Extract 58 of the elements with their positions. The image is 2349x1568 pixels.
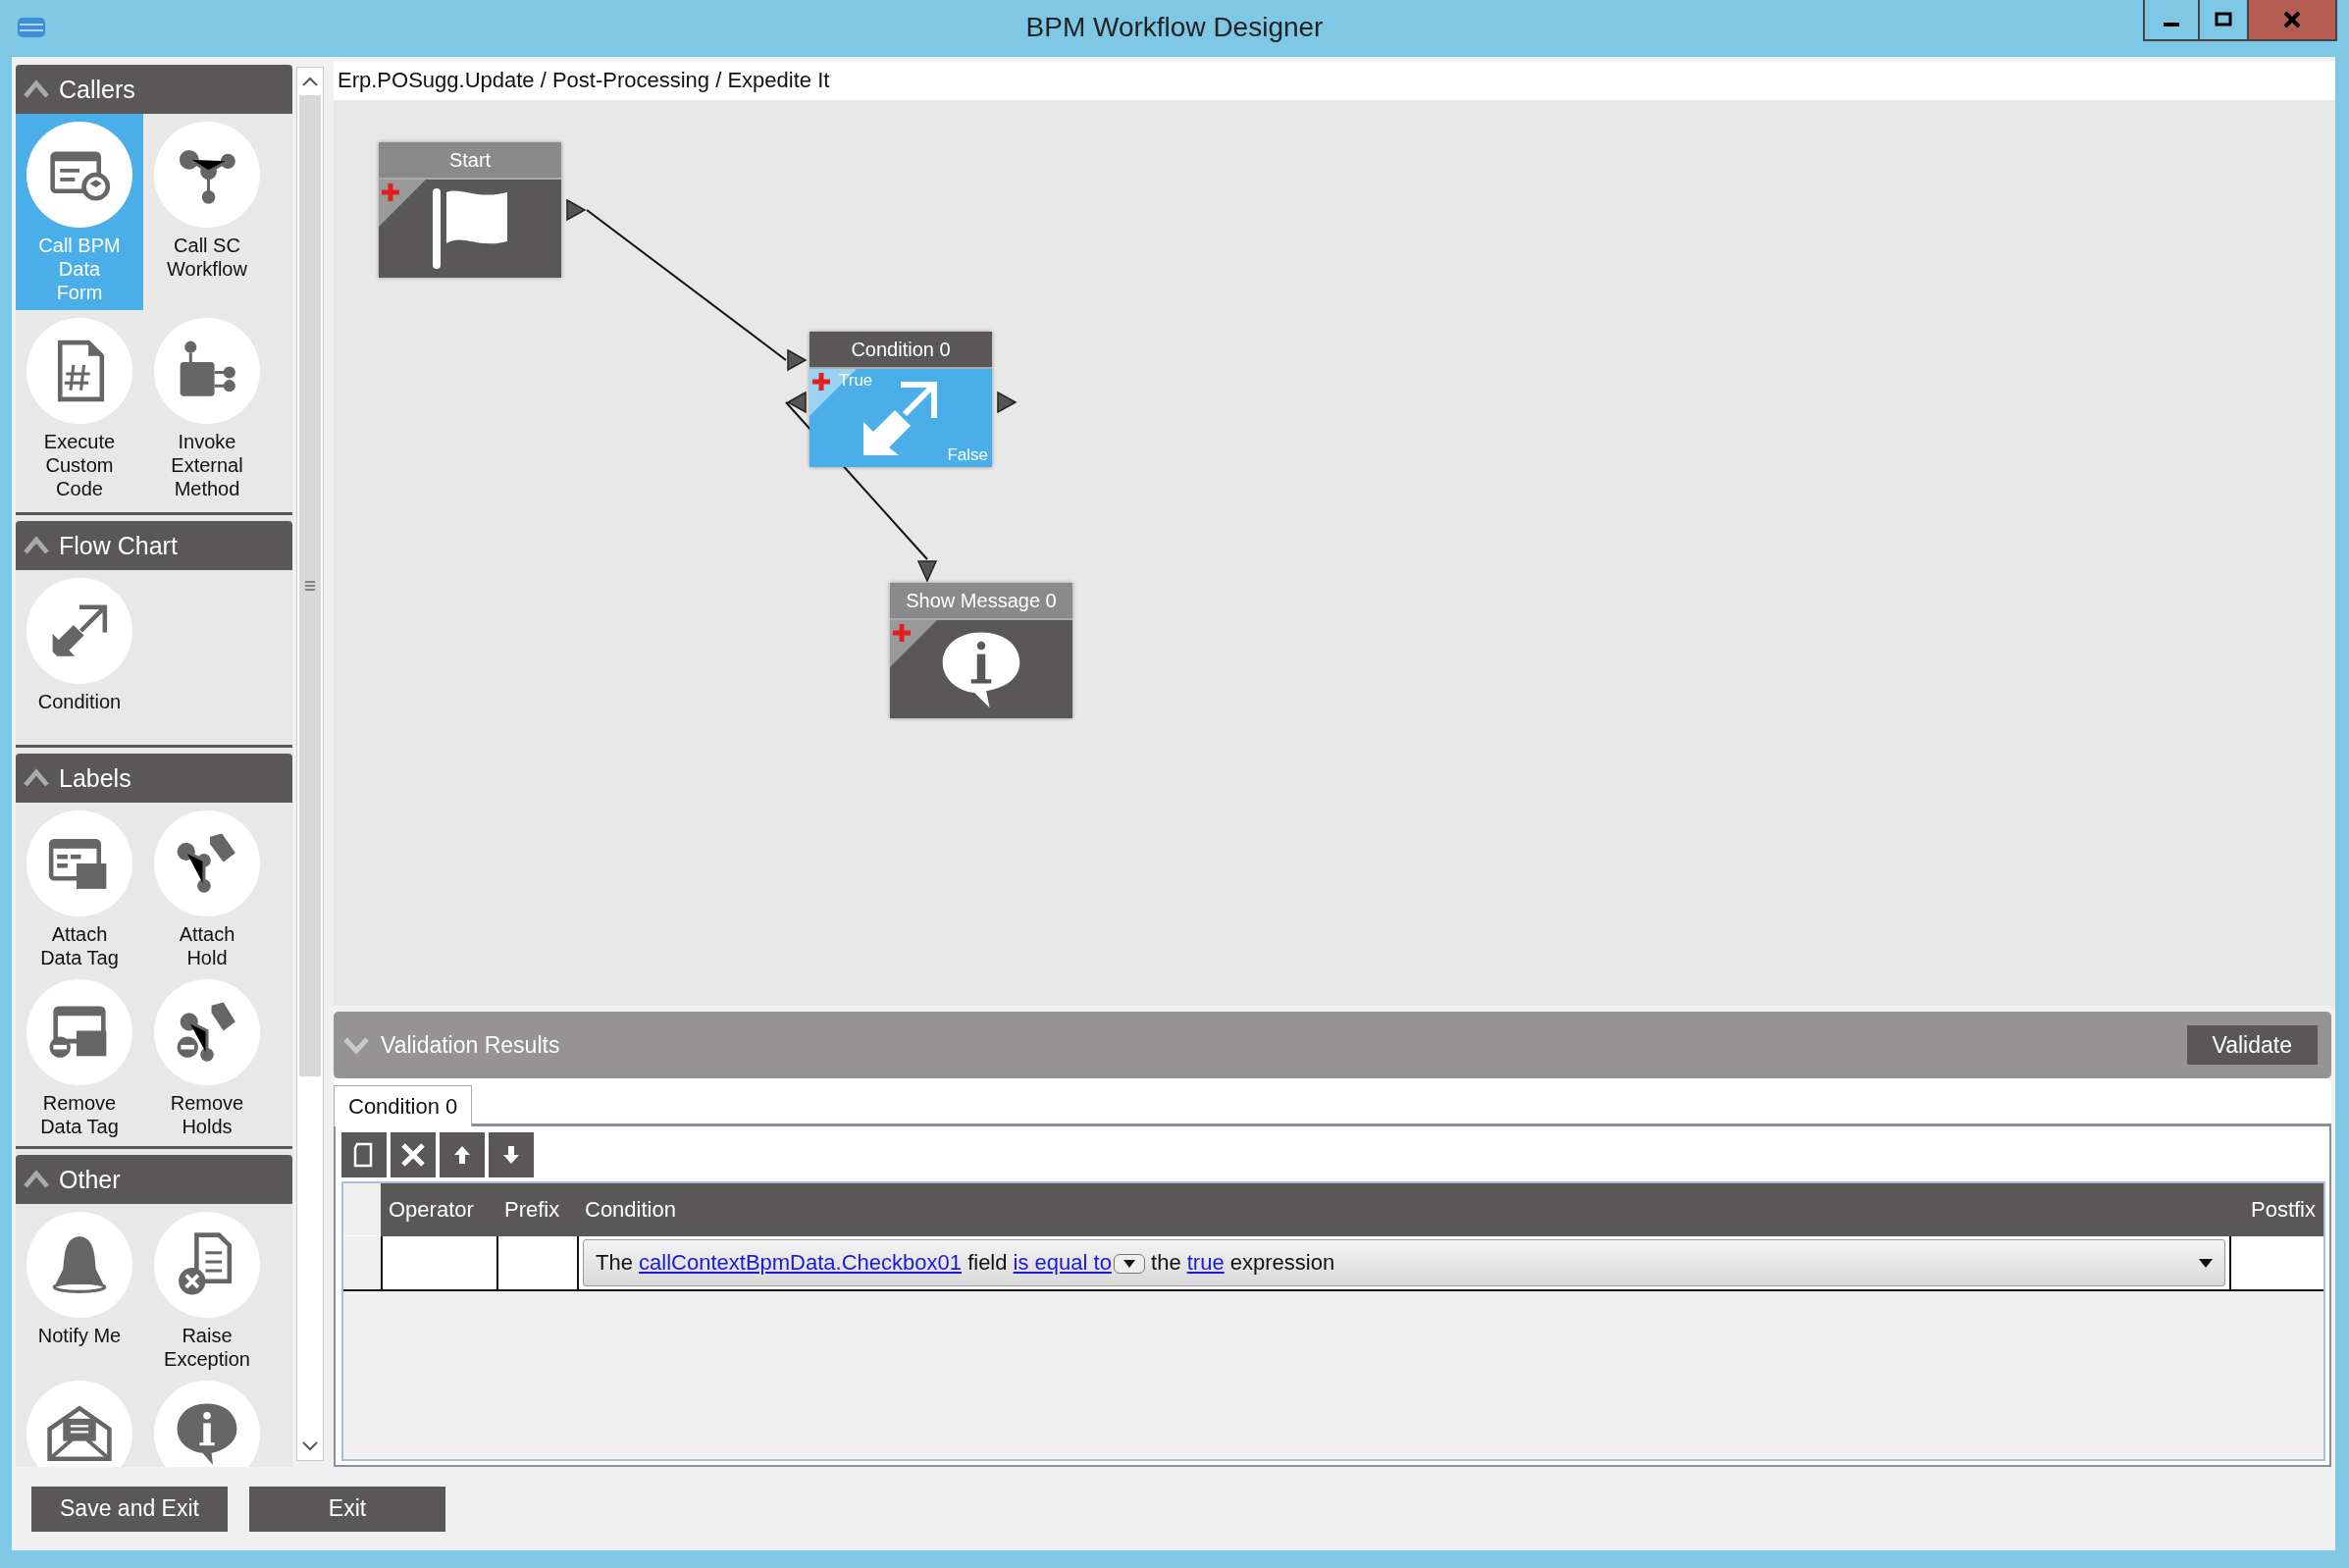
palette-item[interactable]: Notify Me [16,1204,143,1373]
add-icon[interactable] [890,620,939,669]
palette-item[interactable]: Condition [16,570,143,739]
footer-button[interactable]: Save and Exit [31,1486,228,1532]
add-icon[interactable] [379,180,428,229]
validate-button[interactable]: Validate [2186,1025,2318,1065]
condition-link[interactable]: callContextBpmData.Checkbox01 [639,1250,962,1275]
section-header[interactable]: Other [16,1155,292,1204]
palette-item[interactable]: Raise Exception [143,1204,271,1373]
section-header[interactable]: Flow Chart [16,521,292,570]
delete-button[interactable] [391,1132,436,1177]
port-icon[interactable] [786,348,808,372]
port-icon[interactable] [996,391,1018,414]
column-header: Postfix [2249,1196,2317,1224]
section-header[interactable]: Labels [16,754,292,803]
condition-dropdown[interactable]: The callContextBpmData.Checkbox01 field is equal to the true expression [583,1239,2225,1286]
chevron-down-icon [302,1441,318,1451]
false-label: False [947,445,988,465]
column-header: Prefix [503,1196,561,1224]
breadcrumb: Erp.POSugg.Update / Post-Processing / Expedite It [334,61,2335,100]
palette-item[interactable]: Attach Hold [143,803,271,971]
move-up-button[interactable] [440,1132,485,1177]
port-icon[interactable] [916,559,938,583]
palette-item[interactable]: Remove Data Tag [16,971,143,1140]
caret-icon [2199,1258,2213,1268]
footer-button[interactable]: Exit [249,1486,445,1532]
close-icon [2282,10,2302,29]
grip-icon [304,580,316,592]
condition-link[interactable]: true [1186,1250,1225,1275]
column-header: Operator [388,1196,475,1224]
tab[interactable]: Condition 0 [334,1085,473,1126]
node-title: Start [379,142,561,180]
palette-item[interactable]: Attach Data Tag [16,803,143,971]
palette-item[interactable]: Invoke External Method [143,310,271,506]
window-title: BPM Workflow Designer [1025,12,1324,43]
scrollbar[interactable] [296,67,324,1461]
palette-item[interactable]: Call SC Workflow [143,114,271,283]
move-down-button[interactable] [489,1132,534,1177]
node-title: Condition 0 [809,332,992,369]
close-button[interactable] [2247,0,2335,39]
palette-item[interactable]: Remove Holds [143,971,271,1140]
condition-text: The callContextBpmData.Checkbox01 field is equal to the true expression [596,1250,1336,1276]
node-title: Show Message 0 [890,583,1072,620]
new-button[interactable] [341,1132,387,1177]
maximize-icon [2214,10,2233,29]
palette-item[interactable]: Execute Custom Code [16,310,143,506]
condition-link[interactable]: is equal to [1013,1250,1112,1275]
port-icon[interactable] [565,198,587,222]
scroll-thumb[interactable] [299,95,321,1076]
port-icon[interactable] [786,391,808,414]
true-label: True [839,371,873,391]
panel-title: Validation Results [381,1031,560,1059]
column-header: Condition [584,1196,677,1224]
app-icon [16,16,47,39]
chevron-up-icon [302,77,318,86]
minimize-icon [2164,23,2179,26]
section-header[interactable]: Callers [16,65,292,114]
dropdown-icon[interactable] [1113,1254,1145,1275]
